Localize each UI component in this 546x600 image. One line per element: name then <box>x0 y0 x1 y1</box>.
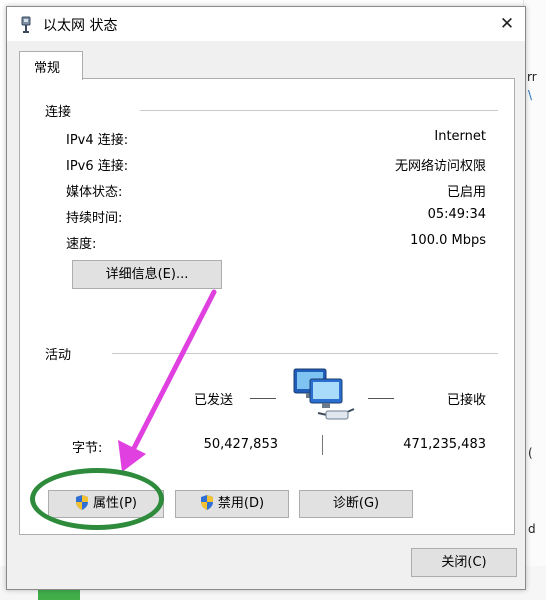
annotation-arrow <box>118 289 217 472</box>
tab-general[interactable]: 常规 <box>19 51 83 80</box>
tab-general-label: 常规 <box>34 61 61 76</box>
